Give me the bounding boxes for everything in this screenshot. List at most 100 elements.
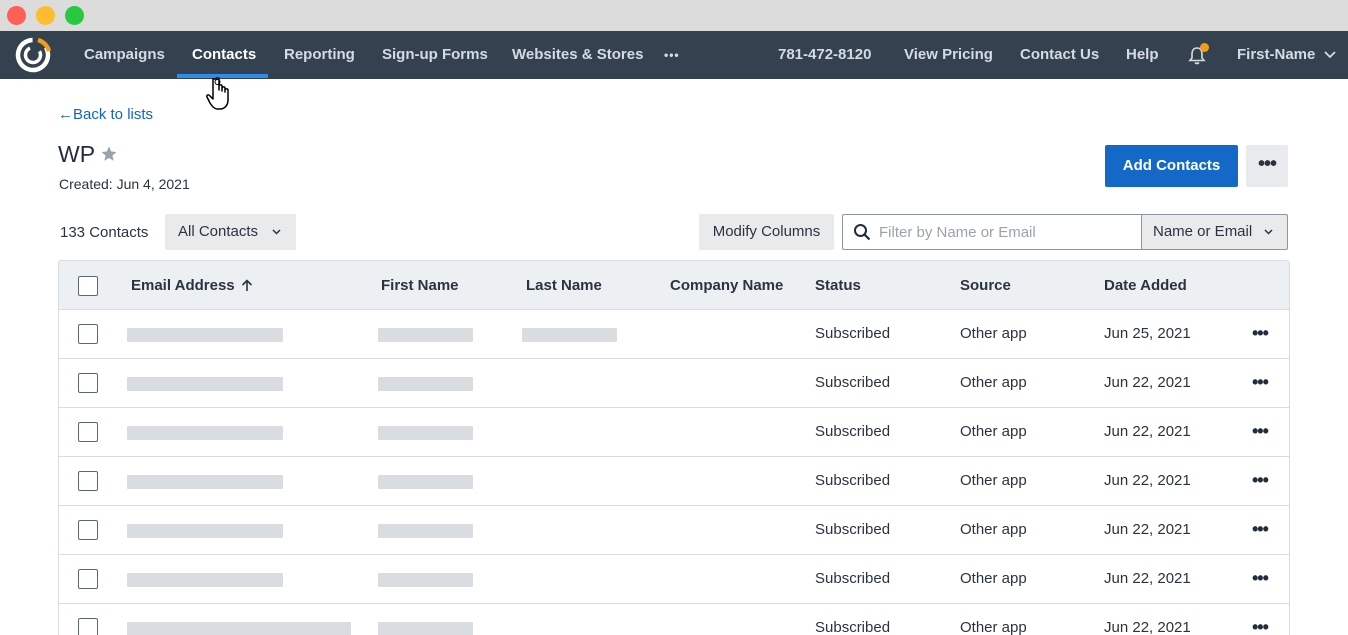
row-source: Other app	[960, 472, 1027, 489]
redacted-first-name	[378, 524, 473, 538]
chevron-down-icon	[272, 229, 281, 235]
redacted-email	[127, 377, 283, 391]
row-status: Subscribed	[815, 423, 891, 440]
maximize-window-button[interactable]	[65, 6, 84, 25]
column-first-name[interactable]: First Name	[381, 261, 459, 310]
row-status: Subscribed	[815, 325, 891, 342]
row-checkbox[interactable]	[78, 422, 98, 442]
row-date-added: Jun 22, 2021	[1104, 374, 1191, 391]
redacted-email	[127, 524, 283, 538]
search-icon	[854, 224, 871, 241]
column-date-added[interactable]: Date Added	[1104, 261, 1187, 310]
modify-columns-button[interactable]: Modify Columns	[699, 214, 834, 250]
row-date-added: Jun 25, 2021	[1104, 325, 1191, 342]
column-email-address[interactable]: Email Address	[131, 261, 235, 310]
redacted-email	[127, 622, 351, 635]
created-date: Created: Jun 4, 2021	[59, 176, 190, 192]
redacted-email	[127, 426, 283, 440]
redacted-email	[127, 328, 283, 342]
row-status: Subscribed	[815, 619, 891, 635]
row-checkbox[interactable]	[78, 520, 98, 540]
search-type-select[interactable]: Name or Email	[1141, 214, 1288, 250]
add-contacts-button[interactable]: Add Contacts	[1105, 145, 1238, 187]
nav-campaigns[interactable]: Campaigns	[84, 31, 165, 79]
row-date-added: Jun 22, 2021	[1104, 472, 1191, 489]
table-row[interactable]: Subscribed Other app Jun 22, 2021 •••	[59, 359, 1289, 408]
constant-contact-logo-icon[interactable]	[14, 36, 52, 74]
redacted-first-name	[378, 475, 473, 489]
row-source: Other app	[960, 325, 1027, 342]
row-date-added: Jun 22, 2021	[1104, 619, 1191, 635]
column-status[interactable]: Status	[815, 261, 861, 310]
back-to-lists-link[interactable]: ←Back to lists	[58, 106, 153, 123]
more-actions-button[interactable]: •••	[1246, 145, 1288, 187]
row-more-actions-icon[interactable]: •••	[1252, 604, 1269, 635]
table-row[interactable]: Subscribed Other app Jun 22, 2021 •••	[59, 555, 1289, 604]
redacted-email	[127, 573, 283, 587]
user-menu[interactable]: First-Name	[1237, 31, 1315, 79]
table-row[interactable]: Subscribed Other app Jun 25, 2021 •••	[59, 310, 1289, 359]
row-status: Subscribed	[815, 521, 891, 538]
nav-help[interactable]: Help	[1126, 31, 1159, 79]
row-checkbox[interactable]	[78, 324, 98, 344]
row-checkbox[interactable]	[78, 471, 98, 491]
table-header: Email Address First Name Last Name Compa…	[59, 261, 1289, 310]
close-window-button[interactable]	[7, 6, 26, 25]
search-type-label: Name or Email	[1153, 223, 1253, 240]
contacts-filter-label: All Contacts	[178, 223, 259, 240]
redacted-first-name	[378, 573, 473, 587]
row-more-actions-icon[interactable]: •••	[1252, 555, 1269, 601]
redacted-email	[127, 475, 283, 489]
row-source: Other app	[960, 374, 1027, 391]
chevron-down-icon	[1264, 229, 1273, 235]
minimize-window-button[interactable]	[36, 6, 55, 25]
row-more-actions-icon[interactable]: •••	[1252, 359, 1269, 405]
row-date-added: Jun 22, 2021	[1104, 423, 1191, 440]
row-status: Subscribed	[815, 472, 891, 489]
redacted-first-name	[378, 377, 473, 391]
window-titlebar	[0, 0, 1348, 31]
nav-phone[interactable]: 781-472-8120	[778, 31, 871, 79]
column-source[interactable]: Source	[960, 261, 1011, 310]
column-last-name[interactable]: Last Name	[526, 261, 602, 310]
nav-contact-us[interactable]: Contact Us	[1020, 31, 1099, 79]
redacted-last-name	[522, 328, 617, 342]
row-status: Subscribed	[815, 374, 891, 391]
table-row[interactable]: Subscribed Other app Jun 22, 2021 •••	[59, 408, 1289, 457]
table-row[interactable]: Subscribed Other app Jun 22, 2021 •••	[59, 604, 1289, 635]
contacts-table: Email Address First Name Last Name Compa…	[58, 260, 1290, 635]
table-row[interactable]: Subscribed Other app Jun 22, 2021 •••	[59, 506, 1289, 555]
top-navigation: Campaigns Contacts Reporting Sign-up For…	[0, 31, 1348, 79]
row-date-added: Jun 22, 2021	[1104, 570, 1191, 587]
column-company-name[interactable]: Company Name	[670, 261, 783, 310]
favorite-star-icon[interactable]	[100, 145, 118, 163]
search-field	[842, 214, 1142, 250]
row-checkbox[interactable]	[78, 569, 98, 589]
row-more-actions-icon[interactable]: •••	[1252, 506, 1269, 552]
row-status: Subscribed	[815, 570, 891, 587]
row-checkbox[interactable]	[78, 373, 98, 393]
select-all-checkbox[interactable]	[78, 276, 98, 296]
row-source: Other app	[960, 570, 1027, 587]
row-more-actions-icon[interactable]: •••	[1252, 457, 1269, 503]
page-title: WP	[58, 141, 96, 167]
nav-more-icon[interactable]: •••	[664, 31, 680, 79]
nav-websites-stores[interactable]: Websites & Stores	[512, 31, 643, 79]
row-more-actions-icon[interactable]: •••	[1252, 408, 1269, 454]
notification-dot	[1200, 43, 1209, 52]
user-menu-chevron-down-icon[interactable]	[1324, 51, 1336, 59]
nav-reporting[interactable]: Reporting	[284, 31, 355, 79]
nav-contacts[interactable]: Contacts	[192, 31, 256, 79]
nav-view-pricing[interactable]: View Pricing	[904, 31, 993, 79]
nav-signup-forms[interactable]: Sign-up Forms	[382, 31, 488, 79]
contacts-filter-dropdown[interactable]: All Contacts	[165, 214, 296, 250]
table-row[interactable]: Subscribed Other app Jun 22, 2021 •••	[59, 457, 1289, 506]
sort-ascending-arrow-icon[interactable]	[241, 279, 253, 292]
row-source: Other app	[960, 619, 1027, 635]
row-more-actions-icon[interactable]: •••	[1252, 310, 1269, 356]
redacted-first-name	[378, 328, 473, 342]
row-checkbox[interactable]	[78, 618, 98, 635]
row-source: Other app	[960, 521, 1027, 538]
search-input[interactable]	[879, 215, 1134, 249]
redacted-first-name	[378, 426, 473, 440]
